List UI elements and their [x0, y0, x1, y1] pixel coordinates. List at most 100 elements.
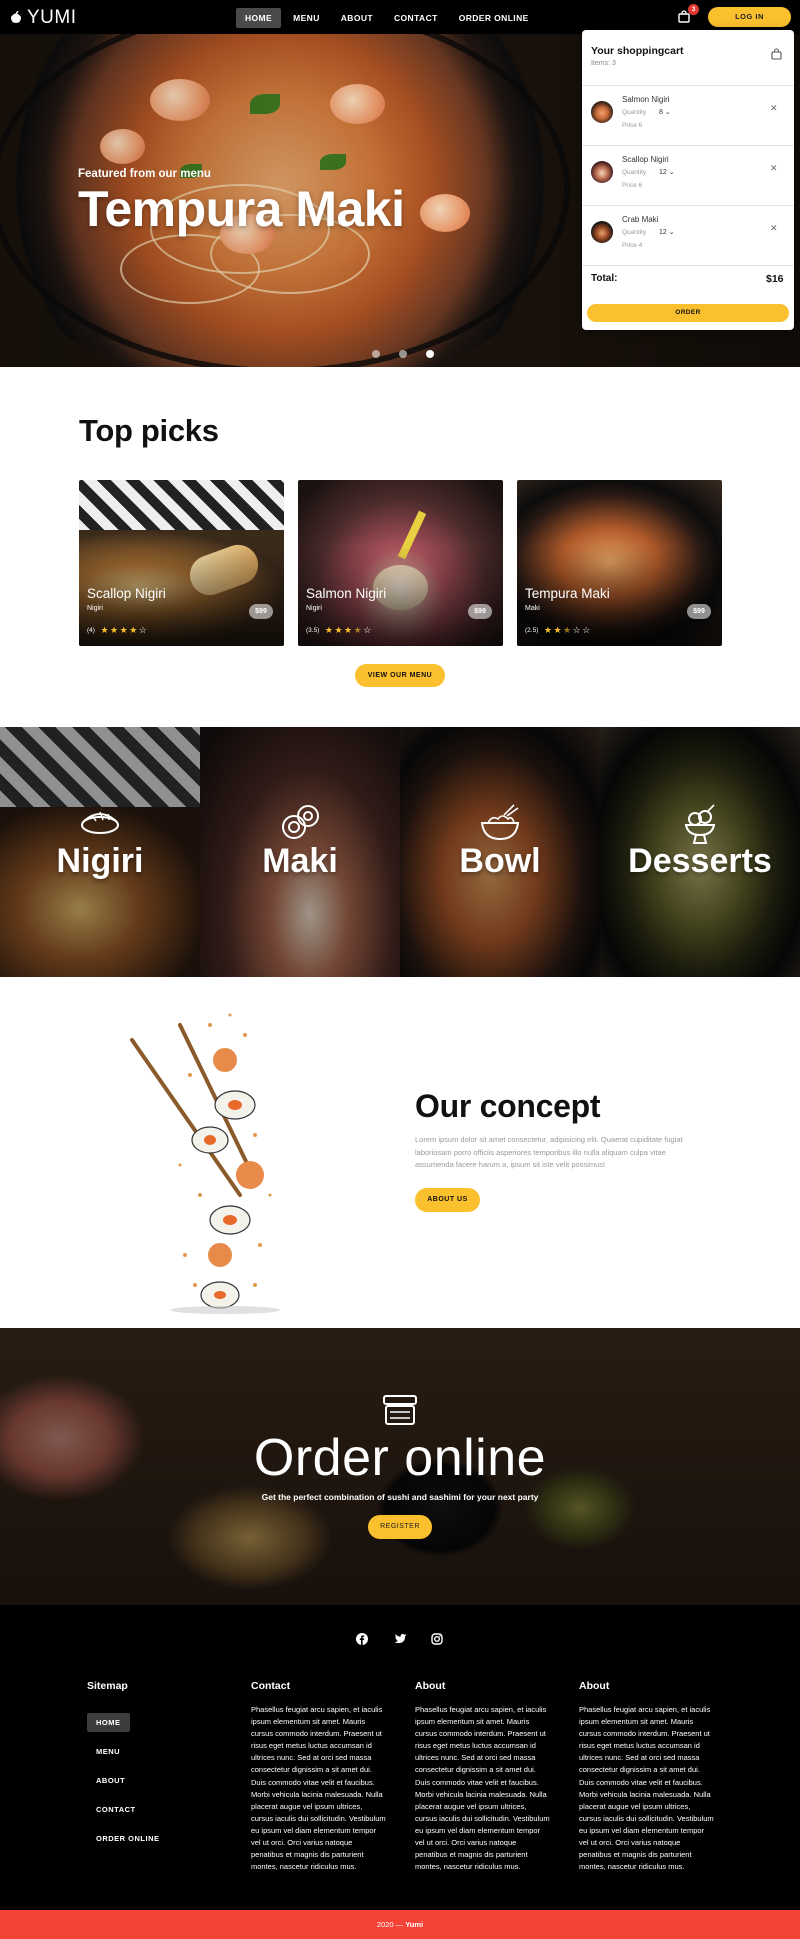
cart-item-quantity-label: Quantity — [622, 109, 647, 116]
copyright-year: 2020 — — [376, 1920, 404, 1929]
order-online-section: Order online Get the perfect combination… — [0, 1328, 800, 1605]
rating-count: (3.5) — [306, 627, 320, 634]
product-rating: (3.5) ★ ★ ★ ★ ☆ — [306, 626, 371, 635]
star-filled-icon: ★ — [119, 625, 128, 635]
cart-item-quantity-label: Quantity — [622, 229, 647, 236]
sitemap-title: Sitemap — [87, 1680, 128, 1692]
about-us-button[interactable]: ABOUT US — [415, 1188, 480, 1212]
dessert-icon — [684, 804, 716, 844]
price-badge: $99 — [249, 604, 273, 619]
shopping-cart-panel: Your shoppingcart Items: 3 Salmon Nigiri… — [582, 30, 794, 330]
product-card[interactable]: Scallop Nigiri Nigiri (4) ★ ★ ★ ★ ☆ $99 — [79, 480, 284, 646]
nav-about[interactable]: ABOUT — [332, 8, 382, 28]
view-menu-button[interactable]: VIEW OUR MENU — [355, 664, 445, 687]
cart-item-name: Salmon Nigiri — [622, 95, 670, 104]
close-icon[interactable]: ✕ — [770, 163, 778, 174]
carousel-dot[interactable] — [399, 350, 407, 358]
star-empty-icon: ☆ — [582, 625, 591, 635]
register-button[interactable]: REGISTER — [368, 1515, 432, 1539]
cart-item-name: Scallop Nigiri — [622, 155, 669, 164]
cart-item-price: Price 6 — [622, 182, 643, 189]
cart-item-thumbnail — [591, 101, 613, 123]
copyright-name: Yumi — [405, 1920, 424, 1929]
nigiri-icon — [81, 811, 119, 834]
footer-link-contact[interactable]: CONTACT — [87, 1800, 145, 1819]
close-icon[interactable]: ✕ — [770, 103, 778, 114]
star-filled-icon: ★ — [553, 625, 562, 635]
cart-item-name: Crab Maki — [622, 215, 659, 224]
carousel-dot-active[interactable] — [426, 350, 434, 358]
footer-link-order-online[interactable]: ORDER ONLINE — [87, 1829, 169, 1848]
main-nav: HOME MENU ABOUT CONTACT ORDER ONLINE — [236, 8, 541, 28]
star-filled-icon: ★ — [334, 625, 343, 635]
nav-contact[interactable]: CONTACT — [385, 8, 447, 28]
star-empty-icon: ☆ — [572, 625, 581, 635]
cart-item-quantity-select[interactable]: 12 ⌄ — [659, 168, 675, 176]
footer-column-title: Contact — [251, 1680, 291, 1692]
product-name: Tempura Maki — [525, 586, 610, 601]
category-tile-desserts[interactable]: Desserts — [600, 727, 800, 977]
price-badge: $99 — [687, 604, 711, 619]
cart-item-quantity-select[interactable]: 8 ⌄ — [659, 108, 671, 116]
nav-home[interactable]: HOME — [236, 8, 282, 28]
logo-icon — [11, 11, 21, 23]
category-label: Desserts — [628, 842, 772, 880]
order-button[interactable]: ORDER — [587, 304, 789, 322]
concept-image — [130, 1013, 280, 1314]
category-label: Maki — [262, 842, 338, 880]
close-icon[interactable]: ✕ — [770, 223, 778, 234]
maki-icon — [282, 805, 319, 839]
footer-column-text: Phasellus feugiat arcu sapien, et iaculi… — [251, 1705, 386, 1872]
product-card-overlay — [79, 480, 284, 646]
cart-item: Salmon Nigiri Quantity 8 ⌄ Price 6 ✕ — [582, 85, 794, 145]
footer-link-home[interactable]: HOME — [87, 1713, 130, 1732]
product-category: Nigiri — [306, 605, 322, 612]
product-category: Maki — [525, 605, 540, 612]
chevron-down-icon: ⌄ — [664, 109, 671, 116]
bowl-icon — [480, 804, 520, 841]
product-name: Salmon Nigiri — [306, 586, 387, 601]
twitter-icon[interactable] — [394, 1633, 407, 1645]
category-tile-nigiri[interactable]: Nigiri — [0, 727, 200, 977]
category-tile-bowl[interactable]: Bowl — [400, 727, 600, 977]
order-online-subtitle: Get the perfect combination of sushi and… — [261, 1492, 539, 1502]
cart-count-badge: 3 — [688, 4, 699, 15]
login-button[interactable]: LOG IN — [708, 7, 791, 27]
instagram-icon[interactable] — [431, 1633, 443, 1645]
product-card-overlay — [517, 480, 722, 646]
category-label: Bowl — [459, 842, 541, 880]
cart-item-count: Items: 3 — [591, 60, 616, 67]
star-filled-icon: ★ — [543, 625, 552, 635]
order-online-title: Order online — [253, 1429, 547, 1487]
rating-stars: ★ ★ ★ ☆ ☆ — [542, 626, 590, 635]
product-card[interactable]: Tempura Maki Maki (2.5) ★ ★ ★ ☆ ☆ $99 — [517, 480, 722, 646]
cart-item-quantity-select[interactable]: 12 ⌄ — [659, 228, 675, 236]
chevron-down-icon: ⌄ — [668, 169, 675, 176]
star-half-icon: ★ — [563, 625, 572, 635]
star-filled-icon: ★ — [129, 625, 138, 635]
category-tile-maki[interactable]: Maki — [200, 727, 400, 977]
product-category: Nigiri — [87, 605, 103, 612]
footer-link-menu[interactable]: MENU — [87, 1742, 129, 1761]
nav-menu[interactable]: MENU — [284, 8, 329, 28]
cart-item-quantity-value: 12 — [659, 229, 667, 236]
star-filled-icon: ★ — [324, 625, 333, 635]
logo[interactable]: YUMI — [9, 7, 77, 29]
cart-total-divider — [582, 265, 794, 266]
footer-column-title: About — [415, 1680, 446, 1692]
cart-title: Your shoppingcart — [591, 45, 684, 57]
star-filled-icon: ★ — [110, 625, 119, 635]
facebook-icon[interactable] — [356, 1633, 368, 1645]
star-filled-icon: ★ — [344, 625, 353, 635]
footer-link-about[interactable]: ABOUT — [87, 1771, 134, 1790]
cart-total-value: $16 — [766, 273, 784, 285]
top-picks-title: Top picks — [79, 413, 219, 448]
carousel-dots — [372, 350, 453, 358]
cart-item-quantity-value: 8 — [659, 109, 663, 116]
nav-order-online[interactable]: ORDER ONLINE — [450, 8, 538, 28]
concept-title: Our concept — [415, 1088, 601, 1124]
product-card[interactable]: Salmon Nigiri Nigiri (3.5) ★ ★ ★ ★ ☆ $99 — [298, 480, 503, 646]
star-filled-icon: ★ — [100, 625, 109, 635]
carousel-dot[interactable] — [372, 350, 380, 358]
footer-column-title: About — [579, 1680, 610, 1692]
